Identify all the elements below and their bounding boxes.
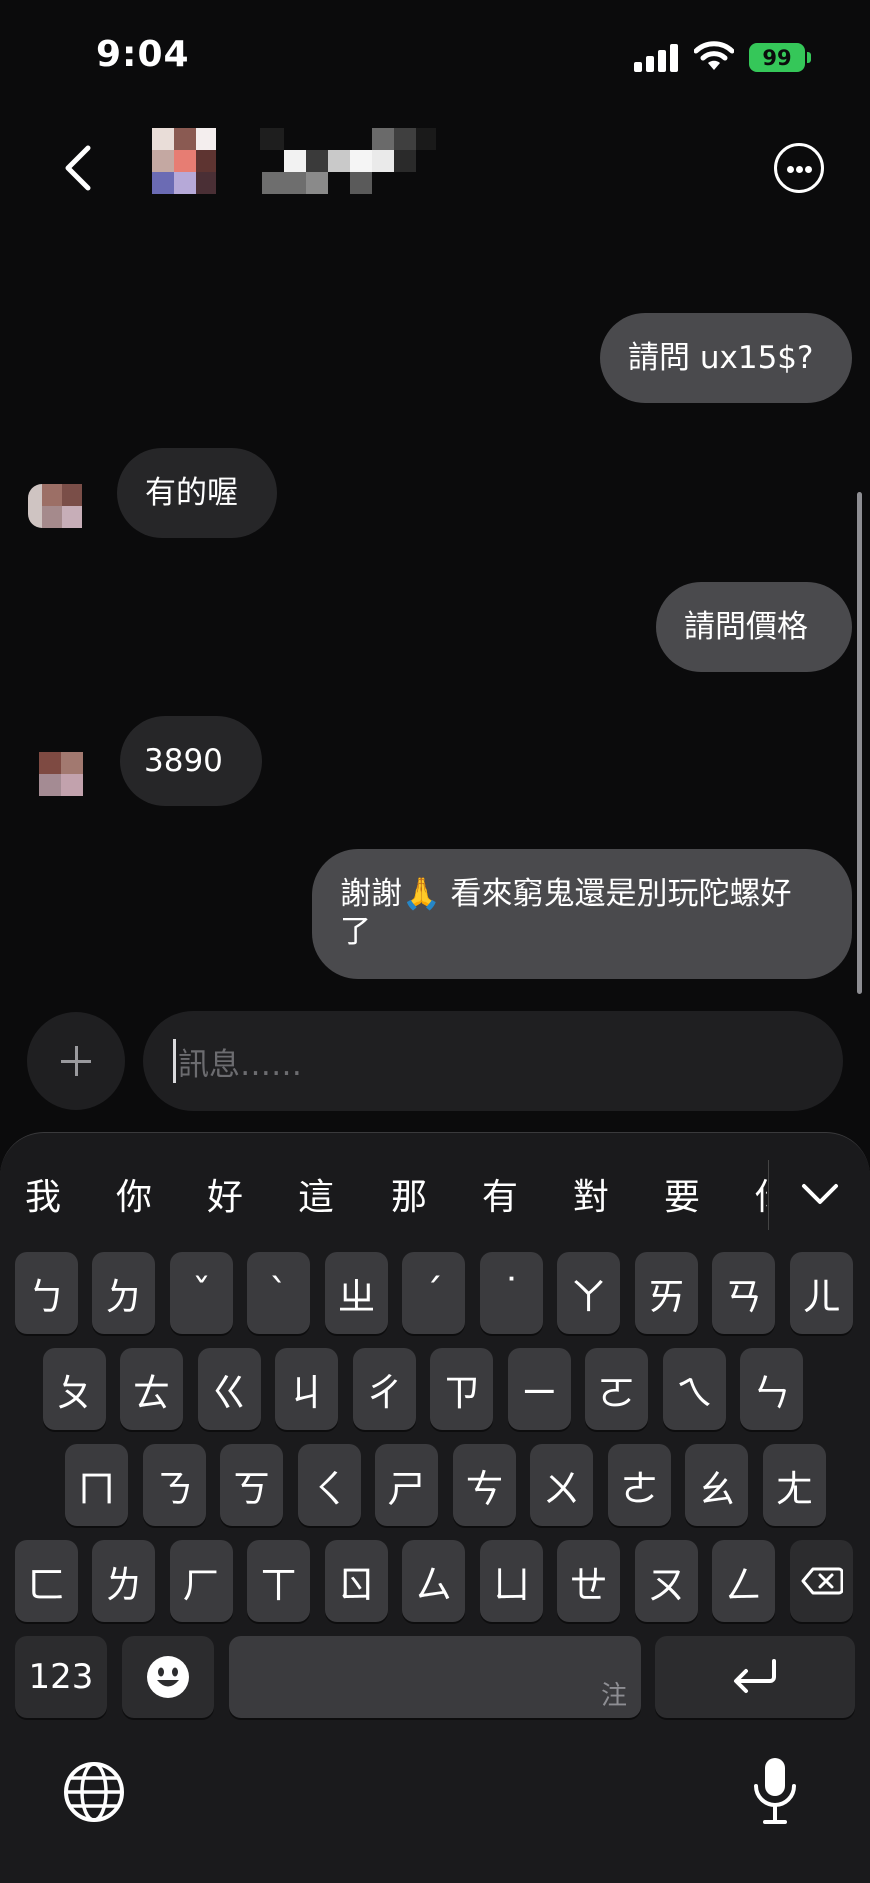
key[interactable]: ㄘ <box>453 1444 516 1526</box>
message-input[interactable]: 訊息…… <box>143 1011 843 1111</box>
key[interactable]: ㄅ <box>15 1252 78 1334</box>
key[interactable]: ㄐ <box>275 1348 338 1430</box>
status-time: 9:04 <box>96 34 190 75</box>
key[interactable]: ˊ <box>402 1252 465 1334</box>
key[interactable]: ㄍ <box>198 1348 261 1430</box>
key[interactable]: ㄕ <box>375 1444 438 1526</box>
key[interactable]: ㄢ <box>712 1252 775 1334</box>
key[interactable]: ㄎ <box>220 1444 283 1526</box>
key[interactable]: ㄚ <box>557 1252 620 1334</box>
key[interactable]: ㄓ <box>325 1252 388 1334</box>
backspace-icon <box>801 1567 843 1595</box>
key[interactable]: ㄉ <box>92 1252 155 1334</box>
key[interactable]: ㄤ <box>763 1444 826 1526</box>
key[interactable]: ㄊ <box>120 1348 183 1430</box>
key[interactable]: ㄣ <box>740 1348 803 1430</box>
key[interactable]: ㄩ <box>480 1540 543 1622</box>
key[interactable]: ㄥ <box>712 1540 775 1622</box>
more-options-button[interactable] <box>774 143 824 193</box>
key[interactable]: ㄠ <box>685 1444 748 1526</box>
candidate-word[interactable]: 好 <box>207 1168 243 1220</box>
key[interactable]: ㄌ <box>92 1540 155 1622</box>
numbers-key[interactable]: 123 <box>15 1636 107 1718</box>
cellular-signal-icon <box>634 44 680 72</box>
candidate-word[interactable]: 要 <box>664 1168 700 1220</box>
candidate-word[interactable]: 這 <box>298 1168 334 1220</box>
chevron-down-icon[interactable] <box>798 1172 842 1216</box>
space-key[interactable]: 注 <box>229 1636 641 1718</box>
globe-icon[interactable] <box>62 1760 126 1824</box>
candidate-word[interactable]: 你 <box>755 1168 767 1220</box>
back-arrow-icon[interactable] <box>58 142 102 194</box>
message-bubble-outgoing[interactable]: 請問 ux15$? <box>600 313 852 403</box>
message-bubble-incoming[interactable]: 3890 <box>120 716 262 806</box>
key[interactable]: ㄖ <box>325 1540 388 1622</box>
key[interactable]: ˋ <box>247 1252 310 1334</box>
key[interactable]: ㄈ <box>15 1540 78 1622</box>
battery-level: 99 <box>762 45 792 70</box>
add-attachment-button[interactable] <box>27 1012 125 1110</box>
battery-icon: 99 <box>749 43 805 72</box>
candidate-word[interactable]: 我 <box>25 1168 61 1220</box>
key[interactable]: ㄔ <box>353 1348 416 1430</box>
key[interactable]: ㄟ <box>663 1348 726 1430</box>
candidate-word[interactable]: 對 <box>573 1168 609 1220</box>
text-caret <box>173 1039 176 1083</box>
candidate-word[interactable]: 那 <box>391 1168 427 1220</box>
key[interactable]: ㄡ <box>635 1540 698 1622</box>
message-bubble-incoming[interactable]: 有的喔 <box>117 448 277 538</box>
delete-key[interactable] <box>790 1540 853 1622</box>
key[interactable]: ㄜ <box>608 1444 671 1526</box>
message-input-placeholder: 訊息…… <box>178 1046 302 1083</box>
candidate-divider <box>768 1160 769 1230</box>
return-key[interactable] <box>655 1636 855 1718</box>
key[interactable]: ㄆ <box>43 1348 106 1430</box>
microphone-icon[interactable] <box>750 1756 800 1826</box>
key[interactable]: ㄨ <box>530 1444 593 1526</box>
return-arrow-icon <box>734 1659 776 1693</box>
key[interactable]: ㄧ <box>508 1348 571 1430</box>
key[interactable]: ㄒ <box>247 1540 310 1622</box>
key[interactable]: ㄦ <box>790 1252 853 1334</box>
battery-nub <box>807 52 811 63</box>
key[interactable]: ˙ <box>480 1252 543 1334</box>
key[interactable]: ㄇ <box>65 1444 128 1526</box>
message-bubble-outgoing[interactable]: 謝謝🙏 看來窮鬼還是別玩陀螺好了 <box>312 849 852 979</box>
candidate-word[interactable]: 你 <box>116 1168 152 1220</box>
key[interactable]: ㄑ <box>298 1444 361 1526</box>
key[interactable]: ㄞ <box>635 1252 698 1334</box>
emoji-icon <box>147 1656 189 1698</box>
chat-scrollbar[interactable] <box>857 492 862 994</box>
key[interactable]: ㄛ <box>585 1348 648 1430</box>
key[interactable]: ㄋ <box>143 1444 206 1526</box>
key[interactable]: ㄗ <box>430 1348 493 1430</box>
candidate-word[interactable]: 有 <box>482 1168 518 1220</box>
emoji-key[interactable] <box>122 1636 214 1718</box>
wifi-icon <box>694 41 734 70</box>
key[interactable]: ㄏ <box>170 1540 233 1622</box>
key[interactable]: ˇ <box>170 1252 233 1334</box>
candidate-overflow: 你 <box>755 1160 767 1230</box>
message-bubble-outgoing[interactable]: 請問價格 <box>656 582 852 672</box>
key[interactable]: ㄙ <box>402 1540 465 1622</box>
space-key-label: 注 <box>600 1681 627 1711</box>
key[interactable]: ㄝ <box>557 1540 620 1622</box>
